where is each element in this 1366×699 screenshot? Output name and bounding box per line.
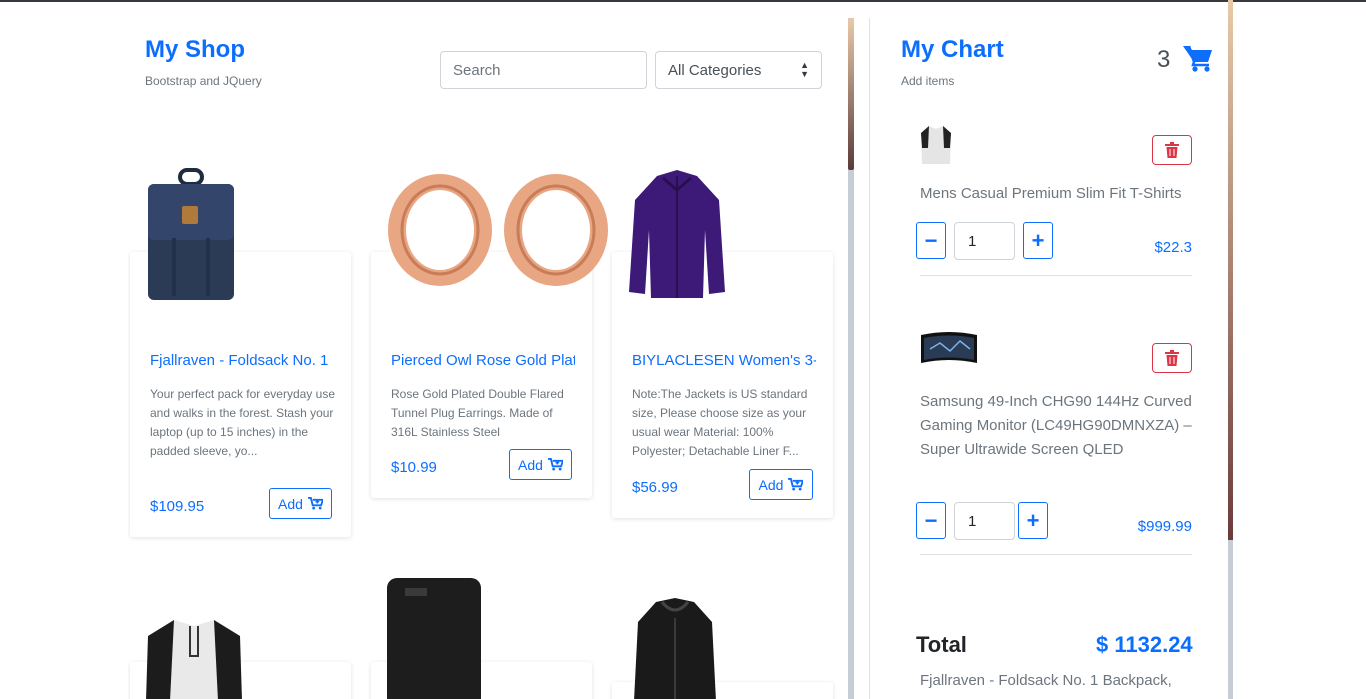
shop-panel: My Shop Bootstrap and JQuery All Categor… [128, 2, 848, 699]
jacket-image [629, 170, 725, 298]
decrease-quantity-button[interactable]: − [916, 502, 946, 539]
select-caret-icon: ▲ ▼ [800, 60, 809, 79]
product-card: BIYLACLESEN Women's 3-in-1 Note:The Jack… [612, 170, 833, 518]
cart-item-price: $22.3 [1154, 239, 1192, 256]
cart-count: 3 [1157, 46, 1171, 73]
add-button-label: Add [278, 495, 303, 512]
search-input[interactable] [440, 51, 647, 89]
product-price: $109.95 [150, 498, 205, 515]
tshirt-thumbnail [921, 126, 951, 164]
add-button-label: Add [758, 476, 784, 493]
increase-quantity-button[interactable]: + [1018, 502, 1048, 539]
product-description: Your perfect pack for everyday use and w… [150, 387, 335, 458]
product-price: $10.99 [391, 459, 437, 476]
decrease-quantity-button[interactable]: − [916, 222, 946, 259]
category-select[interactable]: All Categories ▲ ▼ [655, 51, 822, 89]
app-window: My Shop Bootstrap and JQuery All Categor… [0, 0, 1366, 699]
increase-quantity-button[interactable]: + [1023, 222, 1053, 259]
shop-scrollbar-thumb[interactable] [848, 18, 854, 170]
cart-scrollbar[interactable] [1228, 0, 1233, 699]
product-price: $56.99 [632, 479, 678, 496]
shop-scrollbar[interactable] [848, 18, 854, 699]
monitor-thumbnail [921, 332, 977, 363]
add-button-label: Add [518, 456, 543, 473]
quantity-input[interactable]: 1 [954, 502, 1015, 540]
cart-plus-icon [308, 497, 323, 510]
product-description: Rose Gold Plated Double Flared Tunnel Pl… [391, 387, 564, 439]
backpack-image [148, 168, 234, 300]
total-label: Total [916, 632, 967, 657]
cart-subtitle: Add items [901, 74, 955, 88]
cart-item-price: $999.99 [1137, 518, 1192, 535]
cart-item-name: Mens Casual Premium Slim Fit T-Shirts [920, 185, 1182, 202]
trash-icon [1165, 142, 1179, 158]
product-description: Note:The Jackets is US standard size, Pl… [632, 387, 808, 458]
remove-item-button[interactable] [1152, 135, 1192, 165]
shop-title: My Shop [145, 36, 245, 63]
cart-plus-icon [548, 458, 563, 471]
add-to-cart-button[interactable]: Add [509, 449, 572, 480]
cart-scrollbar-thumb[interactable] [1228, 0, 1233, 540]
cart-item: Mens Casual Premium Slim Fit T-Shirts − … [916, 124, 1192, 276]
quantity-input[interactable]: 1 [954, 222, 1015, 260]
cart-item-name: Samsung 49-Inch CHG90 144Hz Curved Gamin… [920, 393, 1192, 458]
henley-shirt-image [146, 620, 242, 699]
cart-item-name-partial: Fjallraven - Foldsack No. 1 Backpack, [920, 672, 1172, 689]
add-to-cart-button[interactable]: Add [269, 488, 332, 519]
total-value: $ 1132.24 [1096, 632, 1193, 657]
product-title[interactable]: Fjallraven - Foldsack No. 1 [150, 352, 334, 369]
trash-icon [1165, 350, 1179, 366]
hard-drive-image [387, 578, 481, 699]
cart-item: Samsung 49-Inch CHG90 144Hz Curved Gamin… [916, 329, 1192, 555]
product-title[interactable]: Pierced Owl Rose Gold Plated [391, 352, 575, 369]
leather-jacket-image [634, 598, 716, 699]
remove-item-button[interactable] [1152, 343, 1192, 373]
shopping-cart-icon[interactable] [1183, 44, 1213, 72]
category-select-value: All Categories [668, 61, 762, 79]
product-card: Fjallraven - Foldsack No. 1 Your perfect… [130, 168, 351, 537]
cart-panel: My Chart Add items 3 Mens Casual Premium… [870, 2, 1228, 699]
cart-plus-icon [788, 478, 804, 491]
add-to-cart-button[interactable]: Add [749, 469, 813, 500]
shop-subtitle: Bootstrap and JQuery [145, 74, 262, 88]
product-title[interactable]: BIYLACLESEN Women's 3-in-1 [632, 352, 816, 369]
cart-title: My Chart [901, 36, 1004, 63]
earrings-image [388, 174, 608, 286]
product-card: Pierced Owl Rose Gold Plated Rose Gold P… [371, 174, 608, 498]
